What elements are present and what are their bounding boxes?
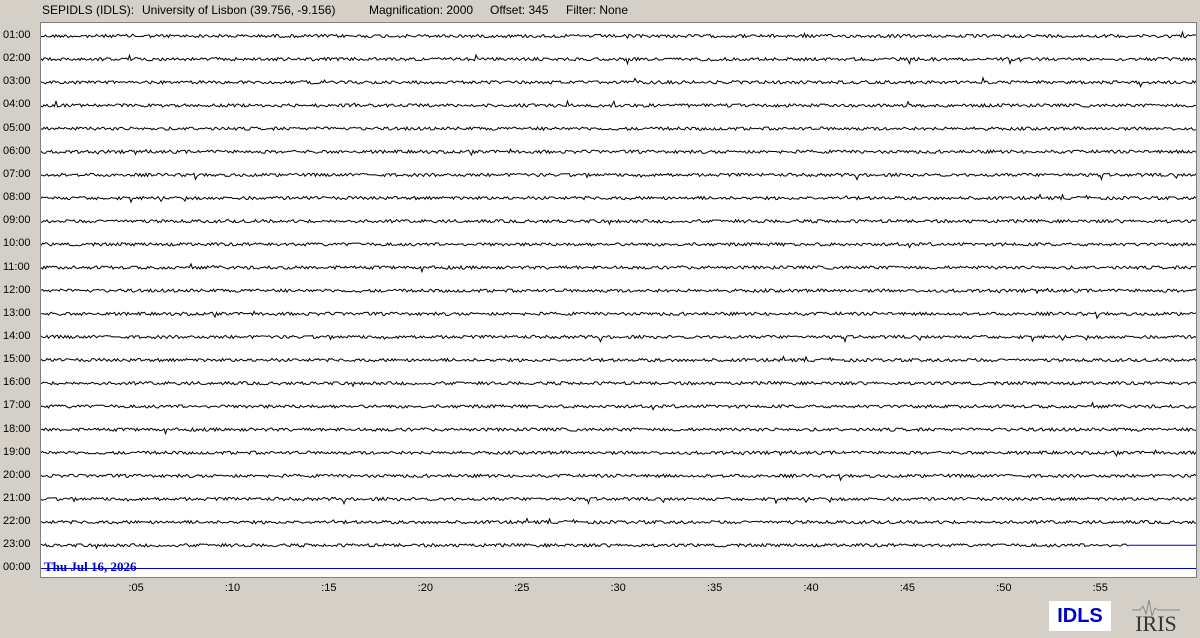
seismogram-traces [41, 30, 1196, 569]
station-header: SEPIDLS (IDLS): University of Lisbon (39… [0, 0, 1200, 22]
station-code: SEPIDLS (IDLS): [42, 3, 135, 17]
hour-label: 20:00 [3, 468, 31, 481]
hour-label: 18:00 [3, 422, 31, 435]
trace-line [41, 241, 1196, 249]
minute-label: :45 [899, 582, 916, 594]
trace-line [41, 448, 1196, 458]
trace-line [41, 355, 1196, 363]
trace-line [41, 380, 1196, 388]
trace-line [41, 426, 1196, 436]
hour-label: 17:00 [3, 399, 31, 412]
trace-line [41, 517, 1196, 525]
hour-label: 10:00 [3, 237, 31, 250]
minute-label: :10 [224, 582, 241, 594]
hour-label: 09:00 [3, 214, 31, 227]
trace-line [41, 76, 1196, 88]
trace-line [41, 172, 1196, 182]
hour-label: 07:00 [3, 167, 31, 180]
trace-line [41, 262, 1196, 274]
hour-label: 15:00 [3, 353, 31, 366]
minute-label: :30 [610, 582, 626, 594]
trace-line [41, 496, 1196, 506]
trace-line [41, 193, 1196, 204]
hour-label: 23:00 [3, 538, 31, 551]
hour-label: 21:00 [3, 492, 31, 504]
hour-label: 00:00 [3, 561, 31, 574]
trace-line [41, 218, 1196, 226]
offset-readout: Offset: 345 [490, 3, 549, 17]
hour-label: 13:00 [3, 306, 31, 319]
trace-line [41, 30, 1196, 40]
trace-line [41, 99, 1196, 109]
minute-label: :35 [706, 582, 723, 594]
trace-line [41, 473, 1196, 482]
trace-line [41, 334, 1196, 344]
helicorder-plot [40, 22, 1197, 578]
minute-label: :50 [996, 582, 1012, 594]
trace-line [41, 53, 1196, 66]
hour-label: 02:00 [3, 52, 31, 65]
station-institution: University of Lisbon (39.756, -9.156) [142, 3, 336, 17]
trace-line [41, 310, 1196, 320]
hour-axis: 01:00 02:00 03:00 04:00 05:00 06:00 07:00 08:00… [0, 0, 42, 638]
magnification-readout: Magnification: 2000 [369, 3, 474, 17]
minute-label: :15 [321, 582, 337, 594]
minute-label: :05 [128, 582, 144, 594]
iris-seismograph-logo-icon: IRIS [1130, 596, 1182, 636]
trace-line [41, 148, 1196, 157]
hour-label: 22:00 [3, 515, 31, 528]
trace-line [41, 287, 1196, 295]
hour-label: 01:00 [3, 29, 31, 41]
logo-text: IRIS [1135, 611, 1177, 636]
minute-label: :40 [803, 582, 819, 594]
filter-readout: Filter: None [566, 3, 629, 17]
hour-label: 16:00 [3, 376, 31, 389]
minute-label: :55 [1092, 582, 1108, 594]
trace-line [41, 125, 1196, 132]
minute-label: :25 [514, 582, 530, 594]
minute-axis: :05 :10 :15 :20 :25 :30 :35 :40 :45 :50 :55 [0, 580, 1200, 598]
hour-label: 03:00 [3, 75, 31, 88]
hour-label: 04:00 [3, 98, 31, 111]
hour-label: 06:00 [3, 144, 31, 157]
hour-label: 08:00 [3, 191, 31, 204]
minute-label: :20 [417, 582, 433, 594]
hour-label: 19:00 [3, 445, 31, 458]
station-badge: IDLS [1049, 601, 1111, 631]
hour-label: 14:00 [3, 329, 31, 342]
hour-label: 12:00 [3, 283, 31, 296]
date-label: Thu Jul 16, 2026 [44, 559, 137, 574]
trace-line [41, 542, 1129, 550]
hour-label: 05:00 [3, 121, 31, 134]
trace-line [41, 401, 1196, 411]
hour-label: 11:00 [3, 260, 30, 273]
